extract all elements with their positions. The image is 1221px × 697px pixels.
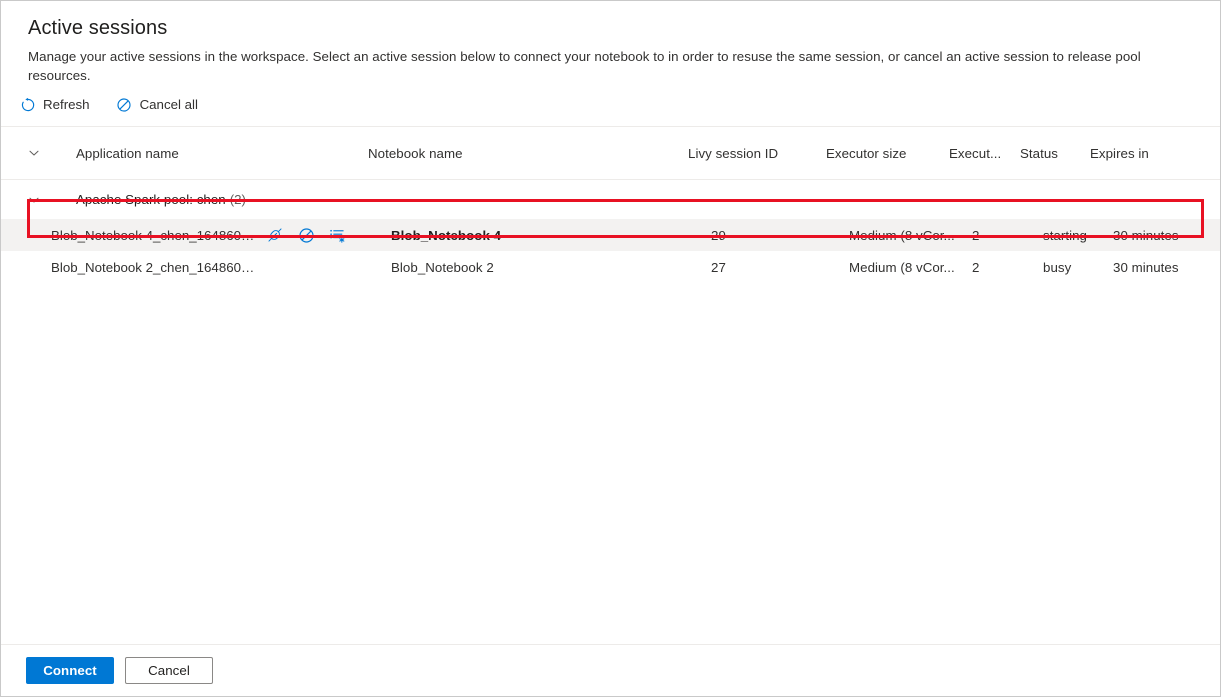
column-header-livy-session-id[interactable]: Livy session ID xyxy=(688,146,826,161)
status-badge: starting xyxy=(1043,227,1088,243)
connect-button[interactable]: Connect xyxy=(26,657,114,684)
cancel-all-button[interactable]: Cancel all xyxy=(107,91,207,119)
cell-expires-in: 30 minutes xyxy=(1113,227,1179,243)
cell-notebook-name: Blob_Notebook 2 xyxy=(391,259,494,275)
collapse-all-chevron-down-icon[interactable] xyxy=(28,147,46,159)
table-header-row: Application name Notebook name Livy sess… xyxy=(1,127,1220,180)
cell-livy-session-id: 27 xyxy=(711,259,726,275)
cancel-session-icon[interactable] xyxy=(297,226,315,244)
cell-livy-session-id: 29 xyxy=(711,227,726,243)
cell-executors: 2 xyxy=(972,259,980,275)
group-row-label: Apache Spark pool: chen xyxy=(76,192,226,207)
page-title: Active sessions xyxy=(28,17,168,39)
cancel-circle-slash-icon xyxy=(116,97,133,114)
column-header-executors[interactable]: Execut... xyxy=(949,146,1020,161)
cancel-button[interactable]: Cancel xyxy=(125,657,213,684)
sessions-table: Application name Notebook name Livy sess… xyxy=(1,126,1220,283)
table-row[interactable]: Blob_Notebook 2_chen_1648606443 Blob_Not… xyxy=(1,251,1220,283)
table-row[interactable]: Blob_Notebook 4_chen_16486065... Blob_No… xyxy=(1,219,1220,251)
command-bar: Refresh Cancel all xyxy=(10,91,1220,119)
refresh-button[interactable]: Refresh xyxy=(10,91,99,119)
column-header-executor-size[interactable]: Executor size xyxy=(826,146,949,161)
dialog-footer: Connect Cancel xyxy=(1,644,1220,696)
column-header-notebook-name[interactable]: Notebook name xyxy=(368,146,688,161)
column-header-expires-in[interactable]: Expires in xyxy=(1090,146,1210,161)
column-header-application-name[interactable]: Application name xyxy=(76,146,368,161)
status-badge: busy xyxy=(1043,259,1072,275)
cell-application-name: Blob_Notebook 2_chen_1648606443 xyxy=(51,260,391,275)
application-name-text: Blob_Notebook 2_chen_1648606443 xyxy=(51,259,256,275)
cell-executor-size: Medium (8 vCor... xyxy=(849,259,955,275)
group-row-count: (2) xyxy=(229,192,246,207)
refresh-circular-arrow-icon xyxy=(19,97,36,114)
cell-executors: 2 xyxy=(972,227,980,243)
panel-description: Manage your active sessions in the works… xyxy=(28,49,1141,83)
cell-notebook-name: Blob_Notebook 4 xyxy=(391,227,502,243)
cell-expires-in: 30 minutes xyxy=(1113,259,1179,275)
panel-header: Active sessions Manage your active sessi… xyxy=(1,1,1220,85)
application-name-text: Blob_Notebook 4_chen_16486065... xyxy=(51,227,256,243)
group-chevron-down-icon[interactable] xyxy=(28,194,46,206)
connect-session-icon[interactable] xyxy=(266,226,284,244)
group-row-apache-spark-pool[interactable]: Apache Spark pool: chen (2) xyxy=(1,180,1220,219)
cancel-all-button-label: Cancel all xyxy=(139,97,198,112)
row-action-group xyxy=(266,226,346,244)
view-logs-icon[interactable] xyxy=(328,226,346,244)
cell-executor-size: Medium (8 vCor... xyxy=(849,227,955,243)
refresh-button-label: Refresh xyxy=(43,97,90,112)
cell-application-name: Blob_Notebook 4_chen_16486065... xyxy=(51,226,391,244)
active-sessions-panel: Active sessions Manage your active sessi… xyxy=(0,0,1221,697)
column-header-status[interactable]: Status xyxy=(1020,146,1090,161)
